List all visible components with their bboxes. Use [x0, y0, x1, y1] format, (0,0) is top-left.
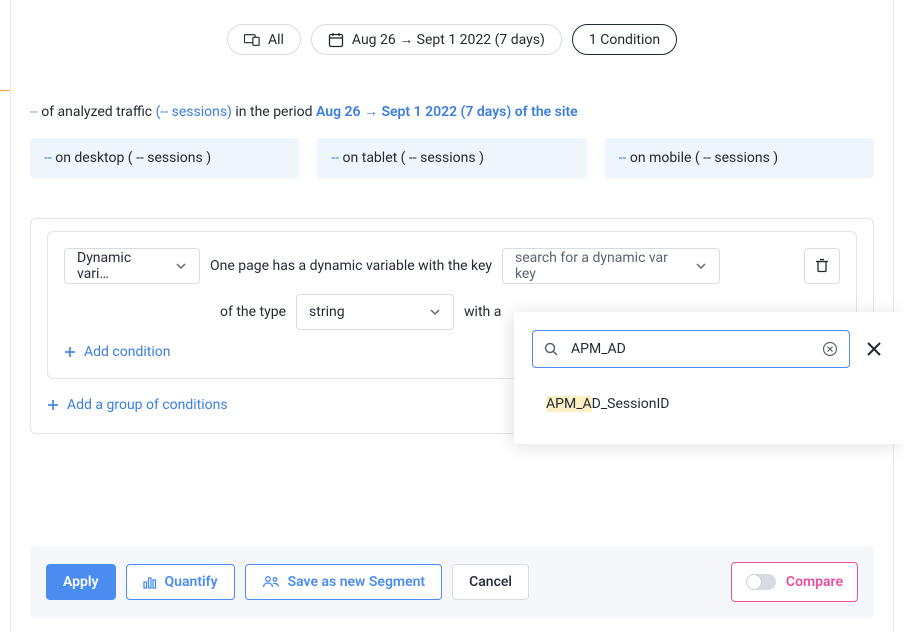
chevron-down-icon	[175, 260, 187, 272]
sentence-part: of the type	[220, 304, 286, 320]
condition-count-pill[interactable]: 1 Condition	[572, 24, 677, 55]
date-filter-pill[interactable]: Aug 26 → Sept 1 2022 (7 days)	[311, 24, 562, 55]
sentence-part: One page has a dynamic variable with the…	[210, 258, 492, 274]
compare-toggle-box[interactable]: Compare	[731, 562, 858, 602]
value-type-select[interactable]: string	[296, 294, 454, 330]
plus-icon	[64, 346, 76, 358]
search-icon	[543, 341, 559, 357]
add-condition-link[interactable]: Add condition	[64, 330, 170, 360]
dropdown-search-input-wrap[interactable]	[532, 330, 850, 368]
sentence-part: with a	[464, 304, 501, 320]
variable-type-select[interactable]: Dynamic vari…	[64, 248, 200, 284]
clear-input-icon[interactable]	[821, 340, 839, 358]
delete-condition-button[interactable]	[804, 248, 840, 284]
sessions-link[interactable]: (-- sessions)	[156, 104, 232, 120]
tablet-chip[interactable]: -- on tablet ( -- sessions )	[317, 138, 586, 178]
var-key-dropdown: APM_AD_SessionID	[514, 312, 904, 444]
date-filter-label: Aug 26 → Sept 1 2022 (7 days)	[352, 31, 545, 48]
condition-count-label: 1 Condition	[589, 32, 660, 48]
footer-actions: Apply Quantify Save as new Segment Cance…	[30, 546, 874, 618]
device-filter-label: All	[268, 32, 284, 48]
mobile-chip[interactable]: -- on mobile ( -- sessions )	[605, 138, 874, 178]
calendar-icon	[328, 32, 344, 48]
dropdown-result-item[interactable]: APM_AD_SessionID	[514, 382, 904, 426]
dynamic-var-key-select[interactable]: search for a dynamic var key	[502, 248, 720, 284]
bar-chart-icon	[143, 575, 157, 589]
apply-button[interactable]: Apply	[46, 564, 116, 600]
dropdown-search-input[interactable]	[569, 340, 811, 358]
summary-sentence: -- of analyzed traffic (-- sessions) in …	[0, 55, 904, 120]
save-segment-button[interactable]: Save as new Segment	[245, 564, 443, 600]
trash-icon	[814, 258, 830, 274]
chevron-down-icon	[429, 306, 441, 318]
compare-toggle[interactable]	[746, 574, 776, 590]
chevron-down-icon	[695, 260, 707, 272]
device-filter-pill[interactable]: All	[227, 24, 301, 55]
close-dropdown-button[interactable]	[862, 337, 886, 361]
people-icon	[262, 575, 280, 589]
quantify-button[interactable]: Quantify	[126, 564, 235, 600]
devices-icon	[244, 32, 260, 48]
close-icon	[865, 340, 883, 358]
plus-icon	[47, 399, 59, 411]
add-group-link[interactable]: Add a group of conditions	[31, 379, 244, 413]
cancel-button[interactable]: Cancel	[452, 564, 529, 600]
period-link[interactable]: Aug 26 → Sept 1 2022 (7 days) of the sit…	[316, 104, 578, 120]
desktop-chip[interactable]: -- on desktop ( -- sessions )	[30, 138, 299, 178]
